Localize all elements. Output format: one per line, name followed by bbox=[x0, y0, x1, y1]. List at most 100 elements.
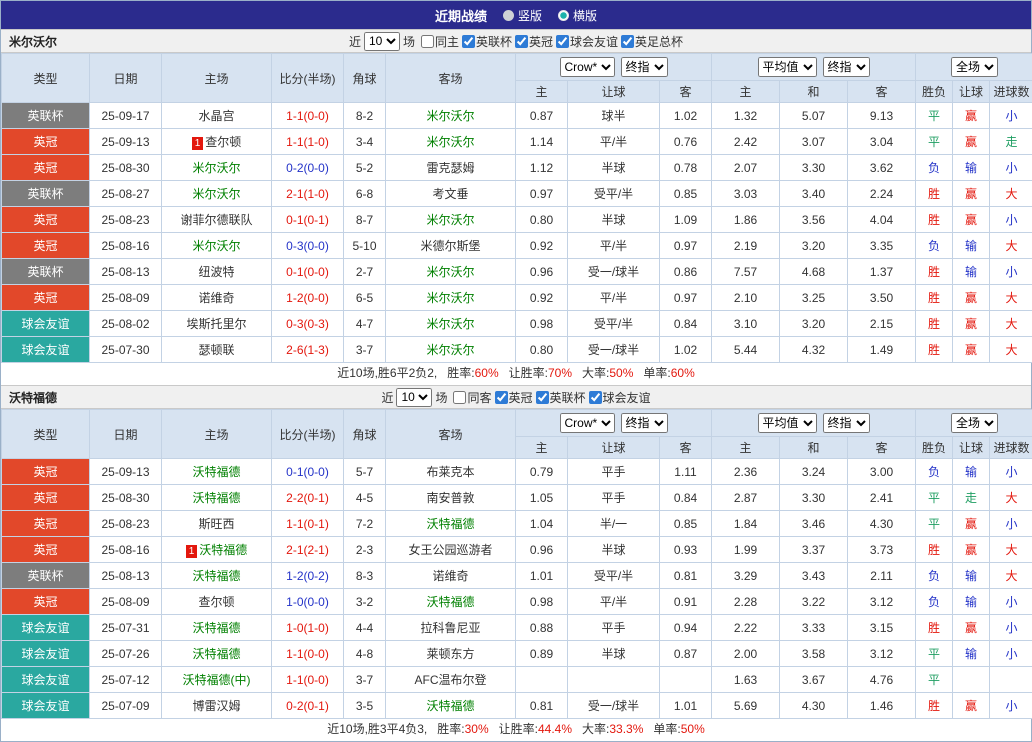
away-team[interactable]: 诺维奇 bbox=[432, 569, 468, 583]
games-label: 场 bbox=[403, 33, 415, 50]
home-team[interactable]: 沃特福德 bbox=[192, 647, 240, 661]
filter-checkbox[interactable] bbox=[536, 391, 549, 404]
summary-stat-value: 70% bbox=[548, 366, 572, 380]
home-team[interactable]: 米尔沃尔 bbox=[192, 161, 240, 175]
home-team[interactable]: 埃斯托里尔 bbox=[186, 317, 246, 331]
away-team[interactable]: 米尔沃尔 bbox=[426, 265, 474, 279]
result-goals: 小 bbox=[990, 207, 1032, 233]
col-score: 比分(半场) bbox=[272, 54, 344, 103]
away-team[interactable]: 米尔沃尔 bbox=[426, 109, 474, 123]
filter-option[interactable]: 英足总杯 bbox=[621, 33, 683, 50]
home-team[interactable]: 谢菲尔德联队 bbox=[180, 213, 252, 227]
filter-option[interactable]: 英冠 bbox=[515, 33, 553, 50]
away-team[interactable]: 沃特福德 bbox=[426, 517, 474, 531]
away-team[interactable]: 米尔沃尔 bbox=[426, 135, 474, 149]
home-team[interactable]: 斯旺西 bbox=[198, 517, 234, 531]
odds-time-select[interactable]: 终指 bbox=[621, 57, 668, 77]
away-team[interactable]: 米尔沃尔 bbox=[426, 317, 474, 331]
corners: 6-8 bbox=[344, 181, 386, 207]
result-wdl: 胜 bbox=[916, 181, 953, 207]
home-team[interactable]: 米尔沃尔 bbox=[192, 239, 240, 253]
filter-checkbox[interactable] bbox=[589, 391, 602, 404]
match-row: 英冠25-08-16米尔沃尔0-3(0-0)5-10米德尔斯堡0.92平/半0.… bbox=[2, 233, 1032, 259]
result-goals: 小 bbox=[990, 693, 1032, 719]
match-count-select[interactable]: 10 bbox=[364, 32, 400, 51]
summary-stat-value: 60% bbox=[671, 366, 695, 380]
odds-time-select[interactable]: 终指 bbox=[621, 413, 668, 433]
avg-time-select[interactable]: 终指 bbox=[823, 413, 870, 433]
home-team[interactable]: 查尔顿 bbox=[205, 135, 241, 149]
avg-time-select[interactable]: 终指 bbox=[823, 57, 870, 77]
away-team[interactable]: 米尔沃尔 bbox=[426, 291, 474, 305]
section-header: 米尔沃尔 近 10 场 同主英联杯英冠球会友谊英足总杯 bbox=[1, 29, 1031, 53]
scope-select[interactable]: 全场 bbox=[951, 413, 998, 433]
away-team-cell: 诺维奇 bbox=[386, 563, 516, 589]
filter-option[interactable]: 英联杯 bbox=[536, 389, 586, 406]
layout-radio-vertical[interactable]: 竖版 bbox=[503, 7, 542, 24]
away-team[interactable]: 南安普敦 bbox=[426, 491, 474, 505]
home-team-cell: 沃特福德 bbox=[162, 615, 272, 641]
filter-checkbox[interactable] bbox=[621, 35, 634, 48]
away-team[interactable]: 女王公园巡游者 bbox=[408, 543, 492, 557]
home-team[interactable]: 沃特福德(中) bbox=[183, 673, 251, 687]
away-team[interactable]: AFC温布尔登 bbox=[414, 673, 486, 687]
avg-draw-odds: 3.43 bbox=[780, 563, 848, 589]
home-odds: 1.14 bbox=[516, 129, 568, 155]
away-team[interactable]: 布莱克本 bbox=[426, 465, 474, 479]
filter-option[interactable]: 球会友谊 bbox=[589, 389, 651, 406]
filter-option[interactable]: 同主 bbox=[421, 33, 459, 50]
home-team[interactable]: 水晶宫 bbox=[198, 109, 234, 123]
avg-home-odds: 1.63 bbox=[712, 667, 780, 693]
layout-radio-horizontal[interactable]: 横版 bbox=[558, 7, 597, 24]
avg-select[interactable]: 平均值 bbox=[758, 57, 817, 77]
away-team[interactable]: 莱顿东方 bbox=[426, 647, 474, 661]
home-team[interactable]: 沃特福德 bbox=[192, 569, 240, 583]
match-count-select[interactable]: 10 bbox=[396, 388, 432, 407]
score: 0-2(0-0) bbox=[272, 155, 344, 181]
score: 1-2(0-0) bbox=[272, 285, 344, 311]
away-team-cell: 米尔沃尔 bbox=[386, 207, 516, 233]
filter-checkbox[interactable] bbox=[556, 35, 569, 48]
away-team[interactable]: 拉科鲁尼亚 bbox=[420, 621, 480, 635]
away-team[interactable]: 考文垂 bbox=[432, 187, 468, 201]
home-team[interactable]: 瑟顿联 bbox=[198, 343, 234, 357]
col-corner: 角球 bbox=[344, 410, 386, 459]
home-team[interactable]: 沃特福德 bbox=[192, 491, 240, 505]
away-team[interactable]: 米德尔斯堡 bbox=[420, 239, 480, 253]
recent-results-panel: 近期战绩 竖版 横版 米尔沃尔 近 10 场 同主英联杯英冠球会友谊英足总杯 bbox=[0, 0, 1032, 742]
away-odds: 0.78 bbox=[660, 155, 712, 181]
avg-away-odds: 4.04 bbox=[848, 207, 916, 233]
away-team[interactable]: 沃特福德 bbox=[426, 699, 474, 713]
filter-checkbox[interactable] bbox=[421, 35, 434, 48]
filter-checkbox[interactable] bbox=[495, 391, 508, 404]
home-team[interactable]: 米尔沃尔 bbox=[192, 187, 240, 201]
filter-checkbox[interactable] bbox=[462, 35, 475, 48]
avg-select[interactable]: 平均值 bbox=[758, 413, 817, 433]
match-row: 球会友谊25-07-09博雷汉姆0-2(0-1)3-5沃特福德0.81受一/球半… bbox=[2, 693, 1032, 719]
filter-option[interactable]: 球会友谊 bbox=[556, 33, 618, 50]
score: 1-1(0-1) bbox=[272, 511, 344, 537]
match-row: 英冠25-08-30沃特福德2-2(0-1)4-5南安普敦1.05平手0.842… bbox=[2, 485, 1032, 511]
home-team[interactable]: 诺维奇 bbox=[198, 291, 234, 305]
away-team[interactable]: 米尔沃尔 bbox=[426, 213, 474, 227]
odds-company-select[interactable]: Crow* bbox=[560, 413, 615, 433]
home-team[interactable]: 沃特福德 bbox=[199, 543, 247, 557]
away-odds: 1.11 bbox=[660, 459, 712, 485]
filter-option[interactable]: 英冠 bbox=[495, 389, 533, 406]
away-team[interactable]: 沃特福德 bbox=[426, 595, 474, 609]
filter-option[interactable]: 同客 bbox=[453, 389, 491, 406]
home-team[interactable]: 查尔顿 bbox=[198, 595, 234, 609]
filter-option[interactable]: 英联杯 bbox=[462, 33, 512, 50]
odds-company-select[interactable]: Crow* bbox=[560, 57, 615, 77]
match-date: 25-09-13 bbox=[90, 129, 162, 155]
filter-checkbox[interactable] bbox=[515, 35, 528, 48]
home-team[interactable]: 纽波特 bbox=[198, 265, 234, 279]
filter-checkbox[interactable] bbox=[453, 391, 466, 404]
away-team[interactable]: 米尔沃尔 bbox=[426, 343, 474, 357]
home-team[interactable]: 沃特福德 bbox=[192, 465, 240, 479]
away-team[interactable]: 雷克瑟姆 bbox=[426, 161, 474, 175]
scope-select[interactable]: 全场 bbox=[951, 57, 998, 77]
home-team[interactable]: 博雷汉姆 bbox=[192, 699, 240, 713]
home-team[interactable]: 沃特福德 bbox=[192, 621, 240, 635]
result-handicap: 赢 bbox=[953, 511, 990, 537]
